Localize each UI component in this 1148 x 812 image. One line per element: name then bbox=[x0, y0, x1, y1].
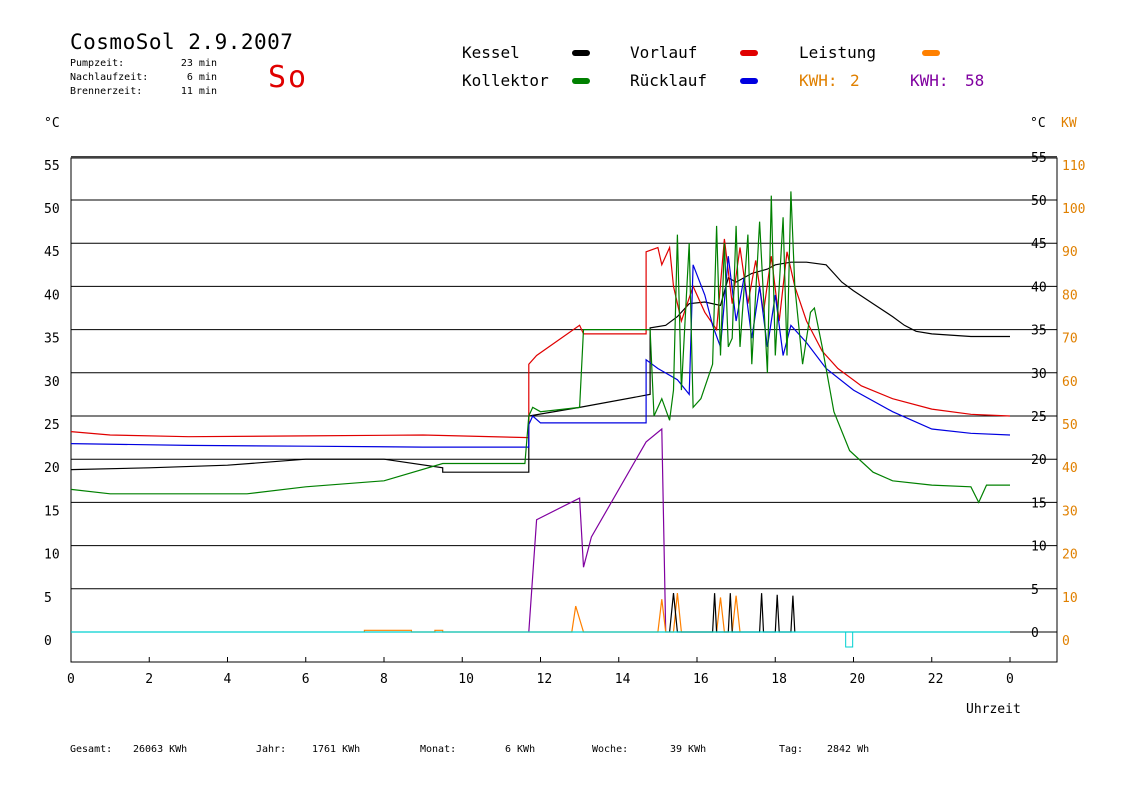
x-tick-label: 18 bbox=[771, 672, 787, 687]
y-tick-label: 25 bbox=[44, 418, 60, 433]
y-tick-right-label: 40 bbox=[1031, 280, 1047, 295]
y2-tick-label: 90 bbox=[1062, 245, 1078, 260]
y-tick-label: 50 bbox=[44, 202, 60, 217]
y-tick-label: 5 bbox=[44, 591, 52, 606]
y-tick-label: 30 bbox=[44, 375, 60, 390]
y2-tick-label: 60 bbox=[1062, 375, 1078, 390]
y2-tick-label: 10 bbox=[1062, 591, 1078, 606]
y-tick-right-label: 0 bbox=[1031, 626, 1039, 641]
y-tick-label: 45 bbox=[44, 245, 60, 260]
y2-tick-label: 0 bbox=[1062, 634, 1070, 649]
y2-tick-label: 40 bbox=[1062, 461, 1078, 476]
x-tick-label: 20 bbox=[850, 672, 866, 687]
y-tick-right-label: 55 bbox=[1031, 151, 1047, 166]
temperature-chart: 0005510101020151530202040252550303060353… bbox=[44, 151, 1085, 687]
monat-label: Monat: bbox=[420, 744, 457, 755]
tag-label: Tag: bbox=[779, 744, 804, 755]
y-tick-right-label: 5 bbox=[1031, 583, 1039, 598]
y2-tick-label: 70 bbox=[1062, 332, 1078, 347]
woche-value: 39 KWh bbox=[670, 744, 707, 755]
y-tick-right-label: 20 bbox=[1031, 453, 1047, 468]
y-tick-right-label: 50 bbox=[1031, 194, 1047, 209]
y2-tick-label: 110 bbox=[1062, 159, 1085, 174]
x-tick-label: 4 bbox=[224, 672, 232, 687]
y2-tick-label: 20 bbox=[1062, 548, 1078, 563]
x-tick-label: 22 bbox=[928, 672, 944, 687]
series-rcklauf bbox=[70, 256, 1011, 448]
y2-tick-label: 50 bbox=[1062, 418, 1078, 433]
y-tick-label: 40 bbox=[44, 288, 60, 303]
y-tick-right-label: 30 bbox=[1031, 367, 1047, 382]
x-tick-label: 10 bbox=[458, 672, 474, 687]
series-kollektor bbox=[70, 191, 1010, 504]
x-tick-label: 0 bbox=[67, 672, 75, 687]
monat-value: 6 KWh bbox=[505, 744, 536, 755]
series-kessel bbox=[70, 261, 1010, 473]
y-tick-label: 10 bbox=[44, 548, 60, 563]
x-tick-label: 0 bbox=[1006, 672, 1014, 687]
x-tick-label: 6 bbox=[302, 672, 310, 687]
y-tick-label: 15 bbox=[44, 504, 60, 519]
x-axis-label: Uhrzeit bbox=[966, 702, 1021, 717]
cursor-marker bbox=[845, 631, 854, 648]
y2-tick-label: 100 bbox=[1062, 202, 1085, 217]
x-tick-label: 14 bbox=[615, 672, 631, 687]
y-tick-right-label: 25 bbox=[1031, 410, 1047, 425]
gesamt-value: 26063 KWh bbox=[133, 744, 188, 755]
y-tick-label: 35 bbox=[44, 332, 60, 347]
y-tick-label: 20 bbox=[44, 461, 60, 476]
gesamt-label: Gesamt: bbox=[70, 744, 113, 755]
y2-tick-label: 80 bbox=[1062, 288, 1078, 303]
x-tick-label: 16 bbox=[693, 672, 709, 687]
y-tick-right-label: 15 bbox=[1031, 496, 1047, 511]
series-black_spikes bbox=[669, 593, 796, 633]
x-tick-label: 8 bbox=[380, 672, 388, 687]
y-tick-label: 55 bbox=[44, 159, 60, 174]
jahr-label: Jahr: bbox=[256, 744, 287, 755]
x-tick-label: 12 bbox=[537, 672, 553, 687]
y-tick-right-label: 45 bbox=[1031, 237, 1047, 252]
series-vorlauf bbox=[70, 238, 1011, 439]
woche-label: Woche: bbox=[592, 744, 629, 755]
y-tick-right-label: 35 bbox=[1031, 324, 1047, 339]
x-tick-label: 2 bbox=[145, 672, 153, 687]
jahr-value: 1761 KWh bbox=[312, 744, 361, 755]
series-leistung_spikes bbox=[363, 593, 741, 633]
tag-value: 2842 Wh bbox=[827, 744, 870, 755]
y-tick-label: 0 bbox=[44, 634, 52, 649]
y2-tick-label: 30 bbox=[1062, 504, 1078, 519]
y-tick-right-label: 10 bbox=[1031, 540, 1047, 555]
